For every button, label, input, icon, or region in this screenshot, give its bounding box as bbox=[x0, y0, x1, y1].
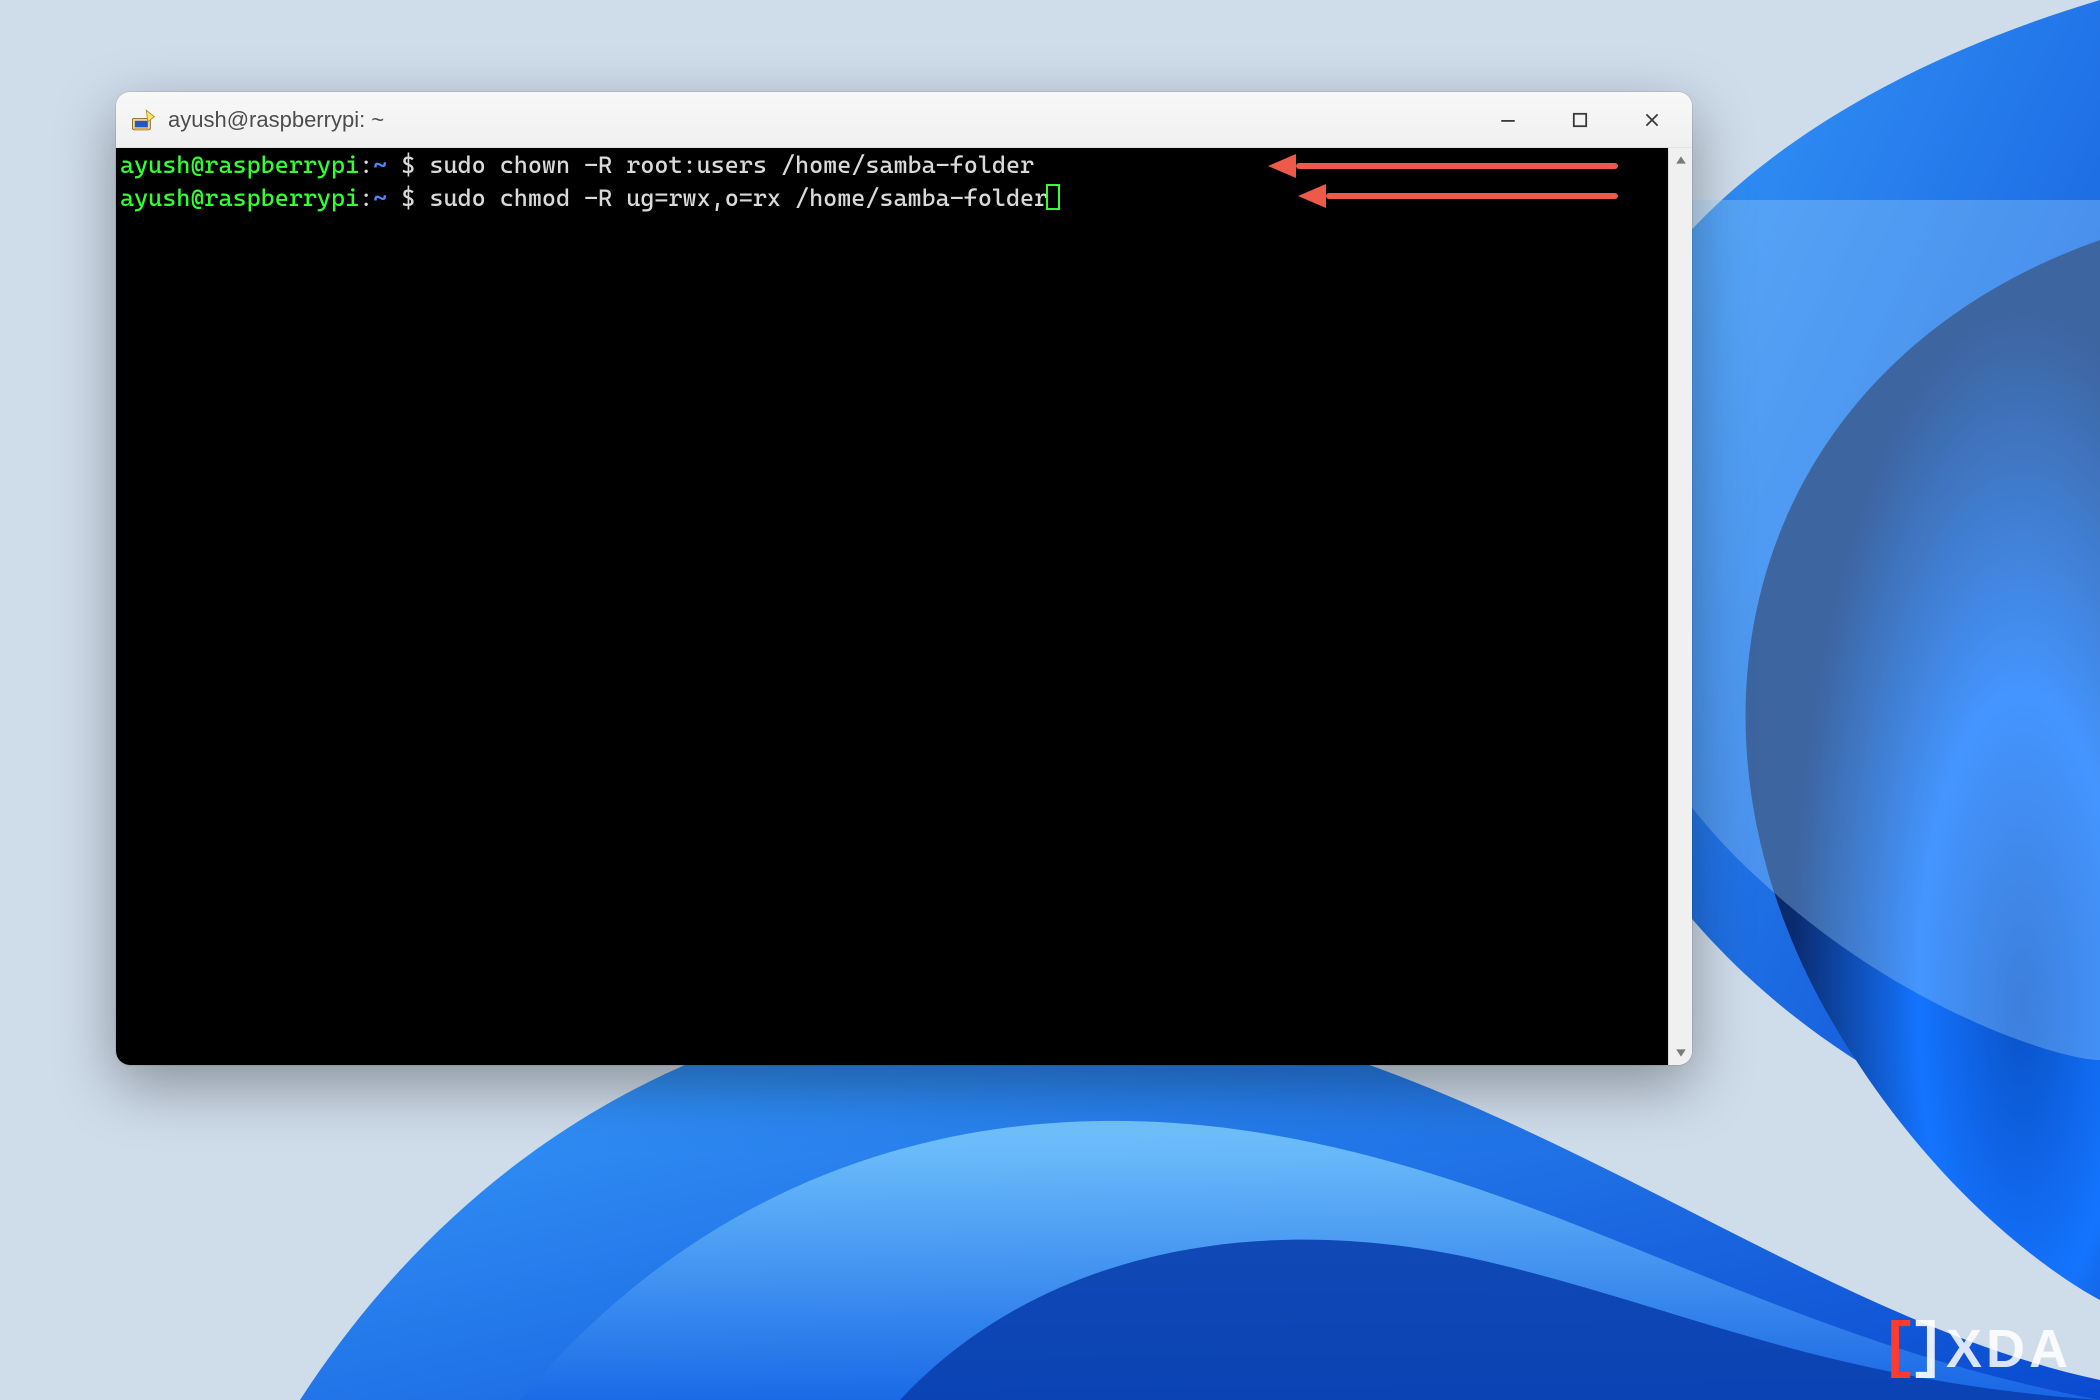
terminal-pane[interactable]: ayush@raspberrypi:~ $ sudo chown -R root… bbox=[116, 148, 1668, 1065]
scroll-down-icon[interactable] bbox=[1669, 1041, 1692, 1065]
scroll-up-icon[interactable] bbox=[1669, 148, 1692, 172]
putty-window: ayush@raspberrypi: ~ ayush@raspberrypi:~… bbox=[116, 92, 1692, 1065]
xda-watermark: XDA bbox=[1890, 1318, 2072, 1380]
minimize-button[interactable] bbox=[1472, 92, 1544, 147]
terminal-line: ayush@raspberrypi:~ $ sudo chmod -R ug=r… bbox=[120, 180, 1664, 213]
terminal-line: ayush@raspberrypi:~ $ sudo chown -R root… bbox=[120, 150, 1664, 180]
watermark-text: XDA bbox=[1946, 1318, 2072, 1380]
window-title: ayush@raspberrypi: ~ bbox=[168, 107, 1472, 133]
putty-icon bbox=[130, 107, 156, 133]
maximize-button[interactable] bbox=[1544, 92, 1616, 147]
xda-bracket-icon bbox=[1890, 1320, 1936, 1378]
close-button[interactable] bbox=[1616, 92, 1688, 147]
scrollbar[interactable] bbox=[1668, 148, 1692, 1065]
cursor bbox=[1046, 184, 1060, 210]
titlebar[interactable]: ayush@raspberrypi: ~ bbox=[116, 92, 1692, 148]
